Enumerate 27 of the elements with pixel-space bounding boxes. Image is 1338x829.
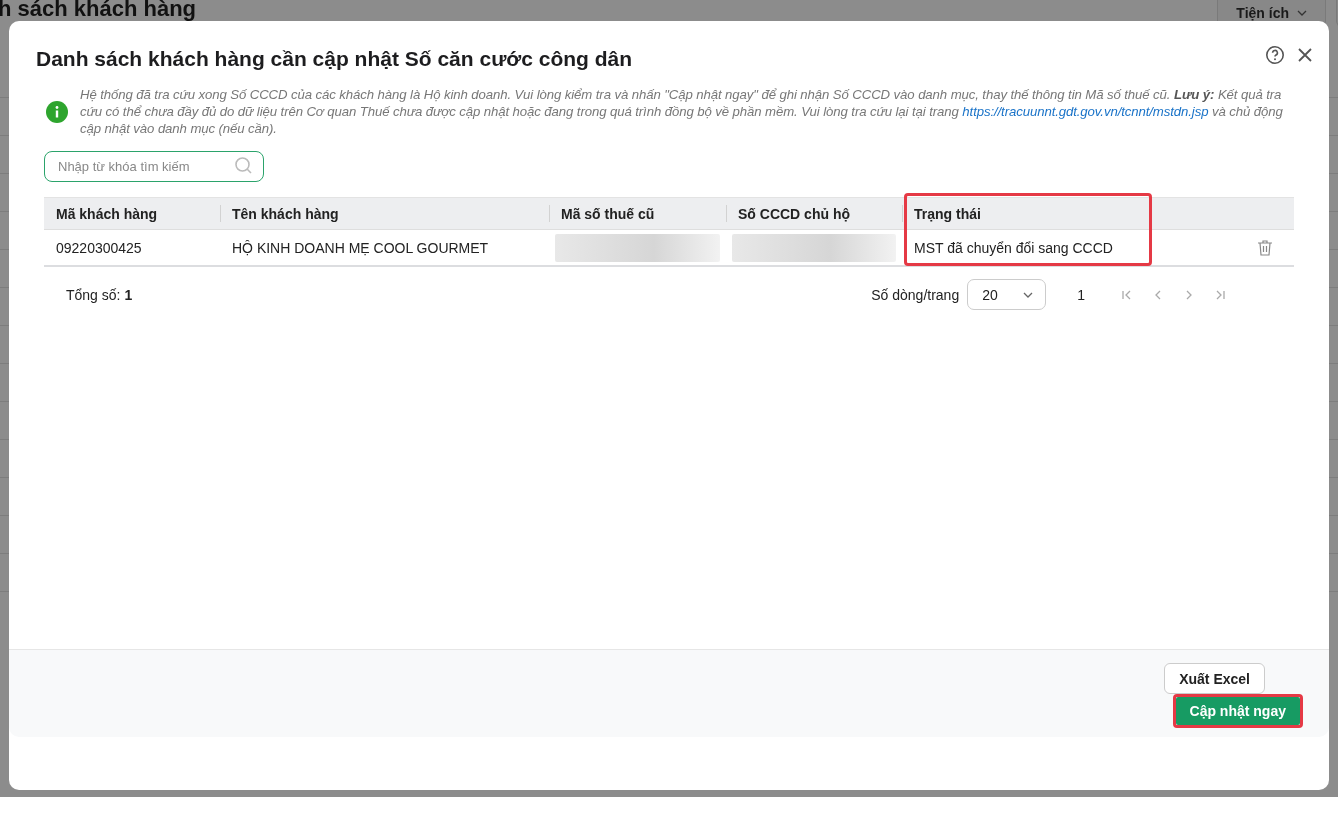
first-page-icon[interactable] — [1121, 288, 1133, 301]
page-number[interactable]: 1 — [1077, 286, 1085, 303]
search-field[interactable]: Nhập từ khóa tìm kiếm — [44, 151, 264, 182]
page-title: h sách khách hàng — [0, 0, 197, 20]
chevron-down-icon — [1023, 291, 1034, 298]
table-cell-text: 09220300425 — [55, 238, 143, 258]
help-icon[interactable] — [1265, 45, 1285, 65]
trash-icon[interactable] — [1257, 238, 1273, 257]
column-header: Số CCCD chủ hộ — [726, 198, 902, 229]
page-size-select[interactable]: 20 — [967, 279, 1047, 310]
column-header: Mã số thuế cũ — [549, 198, 726, 229]
total-count: Tổng số: 1 — [66, 286, 133, 303]
table-cell-text: MST đã chuyển đổi sang CCCD — [913, 238, 1114, 258]
column-header: Mã khách hàng — [55, 204, 159, 224]
dialog-title: Danh sách khách hàng cần cập nhật Số căn cước công dân — [36, 47, 633, 71]
link[interactable]: https://tracuunnt.gdt.gov.vn/tcnnt/mstdn.jsp — [962, 104, 1209, 119]
search-icon[interactable] — [234, 156, 254, 176]
chevron-down-icon — [1297, 10, 1307, 16]
last-page-icon[interactable] — [1214, 288, 1226, 301]
info-message: Hệ thống đã tra cứu xong Số CCCD của các khách hàng là Hộ kinh doanh. Vui lòng kiểm tra và nhấn "Cập nhật ngay" để ghi nhận Số CCCD vào danh mục, thay thế thông tin Mã số thuế cũ. Lưu ý: Kết quả tra cứu có thể chưa đầy đủ do dữ liệu trên Cơ quan Thuế chưa được cập nhật hoặc đang trong quá trình đồng bộ về phần mềm. Vui lòng tra cứu lại tại trang https://tracuunnt.gdt.gov.vn/tcnnt/mstdn.jsp và chủ động cập nhật vào danh mục (nếu cần). — [80, 86, 1284, 137]
table-cell-text: HỘ KINH DOANH MẸ COOL GOURMET — [231, 238, 490, 258]
column-header: Tên khách hàng — [220, 198, 549, 229]
close-icon[interactable] — [1297, 47, 1313, 63]
export-excel-button[interactable]: Xuất Excel — [1164, 663, 1265, 694]
page-size-label: Số dòng/trang — [871, 286, 960, 303]
info-icon — [46, 100, 68, 123]
update-now-button[interactable]: Cập nhật ngay — [1175, 697, 1300, 725]
